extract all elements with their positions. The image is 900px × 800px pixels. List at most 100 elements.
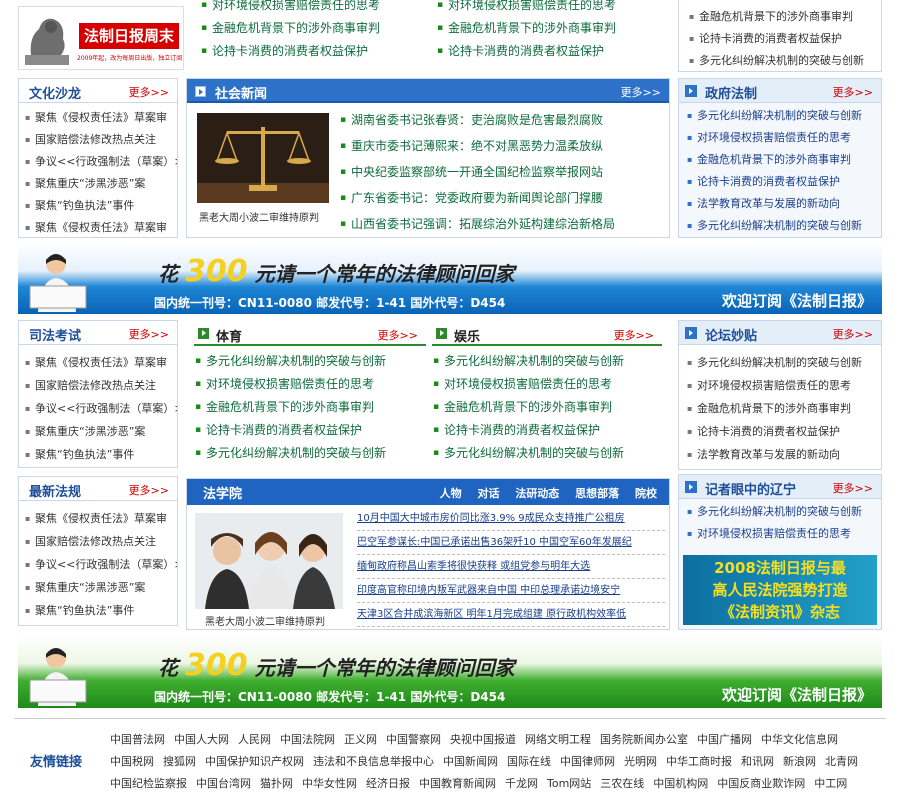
- list-item[interactable]: 国家赔偿法修改热点关注: [25, 129, 177, 151]
- list-item[interactable]: 10月中国大中城市房价同比涨3.9% 9成民众支持推广公租房: [357, 507, 665, 531]
- friend-link[interactable]: 正义网: [344, 733, 377, 746]
- list-item[interactable]: 聚焦《侵权责任法》草案审: [25, 217, 177, 239]
- list-item[interactable]: 金融危机背景下的涉外商事审判: [436, 17, 662, 40]
- list-item[interactable]: 争议<<行政强制法（草案）>>: [25, 151, 177, 173]
- list-item[interactable]: 聚焦《侵权责任法》草案审: [25, 507, 177, 530]
- list-item[interactable]: 论持卡消费的消费者权益保护: [689, 28, 881, 50]
- list-item[interactable]: 金融危机背景下的涉外商事审判: [689, 6, 881, 28]
- list-item[interactable]: 国家赔偿法修改热点关注: [25, 374, 177, 397]
- friend-link[interactable]: 中国普法网: [110, 733, 165, 746]
- list-item[interactable]: 金融危机背景下的涉外商事审判: [687, 149, 881, 171]
- list-item[interactable]: 多元化纠纷解决机制的突破与创新: [687, 215, 881, 237]
- friend-link[interactable]: 违法和不良信息举报中心: [313, 755, 434, 768]
- list-item[interactable]: 对环境侵权损害赔偿责任的思考: [436, 0, 662, 17]
- list-item[interactable]: 国家赔偿法修改热点关注: [25, 530, 177, 553]
- list-item[interactable]: 对环境侵权损害赔偿责任的思考: [687, 523, 881, 545]
- friend-link[interactable]: 中国律师网: [560, 755, 615, 768]
- more-link[interactable]: 更多>>: [378, 327, 418, 343]
- friend-link[interactable]: 中工网: [814, 777, 847, 790]
- list-item[interactable]: 论持卡消费的消费者权益保护: [200, 40, 422, 63]
- list-item[interactable]: 聚焦《侵权责任法》草案审: [25, 351, 177, 374]
- friend-link[interactable]: 中国保护知识产权网: [205, 755, 304, 768]
- news-photo[interactable]: [195, 513, 343, 609]
- friend-link[interactable]: 中国人大网: [174, 733, 229, 746]
- list-item[interactable]: 多元化纠纷解决机制的突破与创新: [687, 501, 881, 523]
- list-item[interactable]: 对环境侵权损害赔偿责任的思考: [687, 127, 881, 149]
- more-link[interactable]: 更多>>: [833, 326, 873, 342]
- news-photo[interactable]: [197, 113, 329, 203]
- list-item[interactable]: 多元化纠纷解决机制的突破与创新: [194, 442, 426, 465]
- list-item[interactable]: 对环境侵权损害赔偿责任的思考: [200, 0, 422, 17]
- friend-link[interactable]: 中国警察网: [386, 733, 441, 746]
- list-item[interactable]: 聚焦“钓鱼执法”事件: [25, 443, 177, 466]
- list-item[interactable]: 湖南省委书记张春贤：吏治腐败是危害最烈腐败: [339, 107, 661, 133]
- list-item[interactable]: 中央纪委监察部统一开通全国纪检监察举报网站: [339, 159, 661, 185]
- list-item[interactable]: 论持卡消费的消费者权益保护: [687, 171, 881, 193]
- friend-link[interactable]: 三农在线: [600, 777, 644, 790]
- list-item[interactable]: 金融危机背景下的涉外商事审判: [432, 396, 662, 419]
- list-item[interactable]: 广东省委书记：党委政府要为新闻舆论部门撑腰: [339, 185, 661, 211]
- friend-link[interactable]: 央视中国报道: [450, 733, 516, 746]
- list-item[interactable]: 多元化纠纷解决机制的突破与创新: [432, 350, 662, 373]
- magazine-ad[interactable]: 2008法制日报与最 高人民法院强势打造 《法制资讯》杂志: [683, 555, 877, 625]
- friend-link[interactable]: 北青网: [825, 755, 858, 768]
- list-item[interactable]: 聚焦“钓鱼执法”事件: [25, 195, 177, 217]
- list-item[interactable]: 金融危机背景下的涉外商事审判: [194, 396, 426, 419]
- friend-link[interactable]: 新浪网: [783, 755, 816, 768]
- more-link[interactable]: 更多>>: [833, 84, 873, 100]
- friend-link[interactable]: 和讯网: [741, 755, 774, 768]
- list-item[interactable]: 聚焦“钓鱼执法”事件: [25, 599, 177, 622]
- photo-caption[interactable]: 黑老大周小波二审维持原判: [205, 613, 325, 628]
- friend-link[interactable]: 千龙网: [505, 777, 538, 790]
- friend-link[interactable]: 搜狐网: [163, 755, 196, 768]
- friend-link[interactable]: 人民网: [238, 733, 271, 746]
- list-item[interactable]: 争议<<行政强制法（草案）>>: [25, 397, 177, 420]
- friend-link[interactable]: 经济日报: [366, 777, 410, 790]
- list-item[interactable]: 多元化纠纷解决机制的突破与创新: [687, 105, 881, 127]
- tab-renwu[interactable]: 人物: [440, 487, 462, 500]
- tab-yuanxiao[interactable]: 院校: [635, 487, 657, 500]
- friend-link[interactable]: 中国反商业欺诈网: [717, 777, 805, 790]
- logo-block[interactable]: 法制日报周末 2009年起，改为每周日出版，独立订阅: [18, 6, 184, 70]
- ad-banner-1[interactable]: 花 300 元请一个常年的法律顾问回家 国内统一刊号：CN11-0080 邮发代…: [18, 242, 882, 314]
- friend-link[interactable]: 国际在线: [507, 755, 551, 768]
- more-link[interactable]: 更多>>: [129, 326, 169, 342]
- list-item[interactable]: 论持卡消费的消费者权益保护: [194, 419, 426, 442]
- more-link[interactable]: 更多>>: [129, 482, 169, 498]
- list-item[interactable]: 金融危机背景下的涉外商事审判: [687, 397, 881, 420]
- friend-link[interactable]: 中国教育新闻网: [419, 777, 496, 790]
- friend-link[interactable]: 中国广播网: [697, 733, 752, 746]
- list-item[interactable]: 聚焦重庆“涉黑涉恶”案: [25, 576, 177, 599]
- list-item[interactable]: 重庆市委书记薄熙来：绝不对黑恶势力温柔放纵: [339, 133, 661, 159]
- ad-banner-2[interactable]: 花 300 元请一个常年的法律顾问回家 国内统一刊号：CN11-0080 邮发代…: [18, 636, 882, 708]
- list-item[interactable]: 论持卡消费的消费者权益保护: [687, 420, 881, 443]
- more-link[interactable]: 更多>>: [621, 84, 661, 100]
- list-item[interactable]: 巴空军参谋长:中国已承诺出售36架歼10 中国空军60年发展纪: [357, 531, 665, 555]
- friend-link[interactable]: 中华工商时报: [666, 755, 732, 768]
- friend-link[interactable]: 中国税网: [110, 755, 154, 768]
- photo-caption[interactable]: 黑老大周小波二审维持原判: [199, 209, 319, 224]
- list-item[interactable]: 聚焦重庆“涉黑涉恶”案: [25, 173, 177, 195]
- friend-link[interactable]: 国务院新闻办公室: [600, 733, 688, 746]
- list-item[interactable]: 对环境侵权损害赔偿责任的思考: [194, 373, 426, 396]
- friend-link[interactable]: 猫扑网: [260, 777, 293, 790]
- tab-sixiang[interactable]: 思想部落: [575, 487, 619, 500]
- list-item[interactable]: 法学教育改革与发展的新动向: [687, 193, 881, 215]
- friend-link[interactable]: Tom网站: [547, 777, 591, 790]
- list-item[interactable]: 对环境侵权损害赔偿责任的思考: [687, 374, 881, 397]
- friend-link[interactable]: 中国法院网: [280, 733, 335, 746]
- friend-link[interactable]: 网络文明工程: [525, 733, 591, 746]
- friend-link[interactable]: 光明网: [624, 755, 657, 768]
- list-item[interactable]: 对环境侵权损害赔偿责任的思考: [432, 373, 662, 396]
- friend-link[interactable]: 中国机构网: [653, 777, 708, 790]
- tab-fayan[interactable]: 法研动态: [515, 487, 559, 500]
- more-link[interactable]: 更多>>: [129, 84, 169, 100]
- list-item[interactable]: 争议<<行政强制法（草案）>>: [25, 553, 177, 576]
- list-item[interactable]: 金融危机背景下的涉外商事审判: [200, 17, 422, 40]
- friend-link[interactable]: 中华女性网: [302, 777, 357, 790]
- list-item[interactable]: 多元化纠纷解决机制的突破与创新: [689, 50, 881, 72]
- list-item[interactable]: 聚焦《侵权责任法》草案审: [25, 107, 177, 129]
- list-item[interactable]: 论持卡消费的消费者权益保护: [436, 40, 662, 63]
- tab-duihua[interactable]: 对话: [477, 487, 499, 500]
- list-item[interactable]: 多元化纠纷解决机制的突破与创新: [687, 351, 881, 374]
